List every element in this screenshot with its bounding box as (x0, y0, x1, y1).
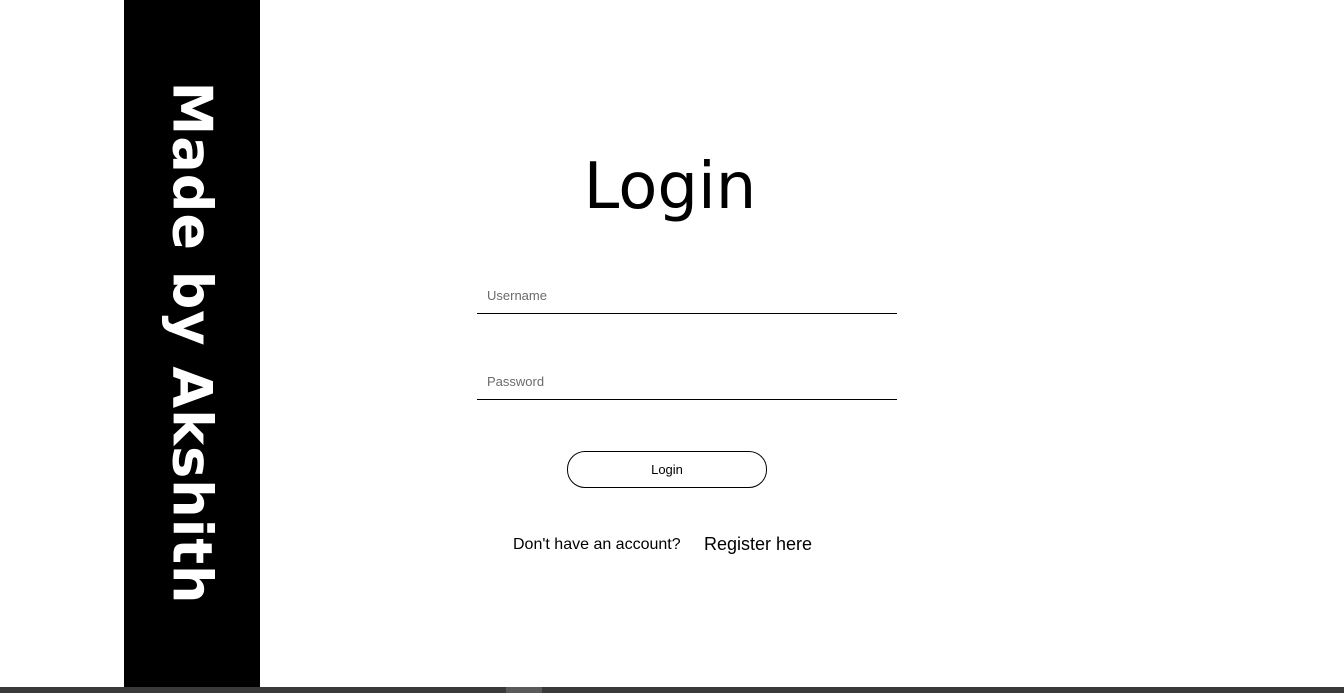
page-title: Login (583, 150, 757, 224)
username-input[interactable] (477, 278, 897, 314)
login-button[interactable]: Login (567, 451, 767, 488)
register-row: Don't have an account? Register here (477, 534, 863, 556)
scrollbar-thumb[interactable] (506, 687, 542, 693)
register-prompt: Don't have an account? (513, 536, 681, 553)
side-banner: Made by Akshith (124, 0, 260, 687)
login-page: Made by Akshith Login Login Don't have a… (0, 0, 1344, 693)
register-link[interactable]: Register here (704, 534, 812, 555)
password-input[interactable] (477, 364, 897, 400)
side-banner-text: Made by Akshith (160, 81, 224, 605)
horizontal-scrollbar[interactable] (0, 687, 1344, 693)
